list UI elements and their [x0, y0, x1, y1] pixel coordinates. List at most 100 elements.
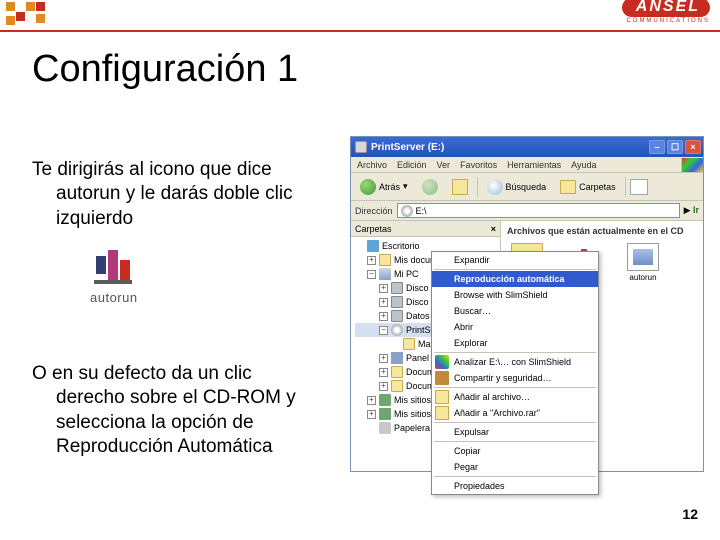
explorer-menubar[interactable]: Archivo Edición Ver Favoritos Herramient…: [351, 157, 703, 173]
paragraph-2-rest: derecho sobre el CD-ROM y selecciona la …: [32, 386, 332, 459]
menu-file[interactable]: Archivo: [357, 160, 387, 170]
brand-subtitle: COMMUNICATIONS: [622, 18, 710, 24]
go-label: Ir: [693, 205, 699, 215]
cd-icon: [401, 205, 413, 217]
back-button[interactable]: Atrás ▾: [355, 176, 413, 198]
collapse-icon[interactable]: −: [367, 270, 376, 279]
address-bar: Dirección E:\ ▶ Ir: [351, 201, 703, 221]
expand-icon[interactable]: +: [379, 312, 388, 321]
menu-favorites[interactable]: Favoritos: [460, 160, 497, 170]
toolbar-separator: [477, 177, 478, 197]
slide-title: Configuración 1: [32, 48, 298, 91]
tree-desktop[interactable]: Escritorio: [382, 239, 420, 253]
ctx-explore[interactable]: Explorar: [432, 335, 598, 351]
folders-label: Carpetas: [579, 182, 616, 192]
back-label: Atrás: [379, 182, 400, 192]
brand-name: ANSEL: [622, 0, 710, 17]
address-value: E:\: [416, 206, 427, 216]
address-label: Dirección: [355, 206, 393, 216]
hdd-icon: [391, 310, 403, 322]
tree-mypc[interactable]: Mi PC: [394, 267, 419, 281]
ctx-open[interactable]: Abrir: [432, 319, 598, 335]
expand-icon[interactable]: +: [379, 354, 388, 363]
close-pane-button[interactable]: ×: [491, 224, 496, 234]
close-button[interactable]: ×: [685, 140, 701, 154]
autorun-caption: autorun: [90, 290, 138, 305]
ctx-scan[interactable]: Analizar E:\… con SlimShield: [432, 354, 598, 370]
forward-icon: [422, 179, 438, 195]
explorer-titlebar[interactable]: PrintServer (E:) – ☐ ×: [351, 137, 703, 157]
archive-icon: [435, 406, 449, 420]
up-folder-icon: [452, 179, 468, 195]
explorer-window: PrintServer (E:) – ☐ × Archivo Edición V…: [350, 136, 704, 472]
up-button[interactable]: [447, 176, 473, 198]
brand-logo: ANSEL COMMUNICATIONS: [622, 0, 710, 24]
file-list-header: Archivos que están actualmente en el CD: [505, 225, 699, 241]
expand-icon[interactable]: +: [367, 256, 376, 265]
file-item-autorun-inf[interactable]: autorun: [623, 243, 663, 283]
search-button[interactable]: Búsqueda: [482, 176, 552, 198]
menu-tools[interactable]: Herramientas: [507, 160, 561, 170]
bluetooth-icon: [379, 394, 391, 406]
explorer-body: Carpetas × Escritorio +Mis documentos −M…: [351, 221, 703, 471]
address-field[interactable]: E:\: [397, 203, 680, 218]
ctx-add-archive-named[interactable]: Añadir a "Archivo.rar": [432, 405, 598, 421]
explorer-title: PrintServer (E:): [371, 142, 647, 153]
setup-file-icon: [627, 243, 659, 271]
folder-icon: [403, 338, 415, 350]
expand-icon[interactable]: +: [379, 298, 388, 307]
hdd-icon: [391, 296, 403, 308]
expand-icon[interactable]: +: [367, 396, 376, 405]
toolbar-separator: [625, 177, 626, 197]
collapse-icon[interactable]: −: [379, 326, 388, 335]
desktop-icon: [367, 240, 379, 252]
file-list-pane[interactable]: Archivos que están actualmente en el CD …: [501, 221, 703, 471]
explorer-toolbar: Atrás ▾ Búsqueda Carpetas: [351, 173, 703, 201]
ctx-eject[interactable]: Expulsar: [432, 424, 598, 440]
ctx-paste[interactable]: Pegar: [432, 459, 598, 475]
ctx-autoplay[interactable]: Reproducción automática: [432, 271, 598, 287]
floppy-icon: [391, 282, 403, 294]
ctx-search[interactable]: Buscar…: [432, 303, 598, 319]
folders-button[interactable]: Carpetas: [555, 177, 621, 197]
expand-icon[interactable]: +: [379, 382, 388, 391]
cd-drive-icon: [355, 141, 367, 153]
paragraph-1-line1: Te dirigirás al icono que dice: [32, 159, 272, 180]
trash-icon: [379, 422, 391, 434]
ctx-expand[interactable]: Expandir: [432, 252, 598, 268]
autorun-icon: [90, 250, 134, 288]
paragraph-2-line1: O en su defecto da un clic: [32, 363, 252, 384]
autorun-figure: autorun: [90, 250, 138, 305]
ctx-copy[interactable]: Copiar: [432, 443, 598, 459]
windows-flag-icon: [681, 158, 703, 172]
folders-pane-title: Carpetas: [355, 224, 392, 234]
maximize-button[interactable]: ☐: [667, 140, 683, 154]
ctx-share[interactable]: Compartir y seguridad…: [432, 370, 598, 386]
expand-icon[interactable]: +: [379, 368, 388, 377]
go-button[interactable]: ▶ Ir: [684, 205, 699, 216]
paragraph-2: O en su defecto da un clic derecho sobre…: [32, 362, 332, 459]
folder-icon: [391, 380, 403, 392]
file-label: autorun: [623, 274, 663, 283]
expand-icon[interactable]: +: [367, 410, 376, 419]
paragraph-1: Te dirigirás al icono que dice autorun y…: [32, 158, 332, 231]
control-panel-icon: [391, 352, 403, 364]
ctx-properties[interactable]: Propiedades: [432, 478, 598, 494]
page-number: 12: [682, 506, 698, 522]
expand-icon[interactable]: +: [379, 284, 388, 293]
menu-edit[interactable]: Edición: [397, 160, 427, 170]
views-button[interactable]: [630, 179, 648, 195]
documents-icon: [379, 254, 391, 266]
folders-pane-header: Carpetas ×: [351, 221, 500, 237]
minimize-button[interactable]: –: [649, 140, 665, 154]
ctx-add-archive[interactable]: Añadir al archivo…: [432, 389, 598, 405]
folder-icon: [391, 366, 403, 378]
ctx-browse-slimshield[interactable]: Browse with SlimShield: [432, 287, 598, 303]
menu-view[interactable]: Ver: [437, 160, 451, 170]
archive-icon: [435, 390, 449, 404]
paragraph-1-rest: autorun y le darás doble clic izquierdo: [32, 182, 332, 231]
folders-icon: [560, 180, 576, 194]
forward-button[interactable]: [417, 176, 443, 198]
menu-help[interactable]: Ayuda: [571, 160, 596, 170]
context-menu[interactable]: Expandir Reproducción automática Browse …: [431, 251, 599, 495]
